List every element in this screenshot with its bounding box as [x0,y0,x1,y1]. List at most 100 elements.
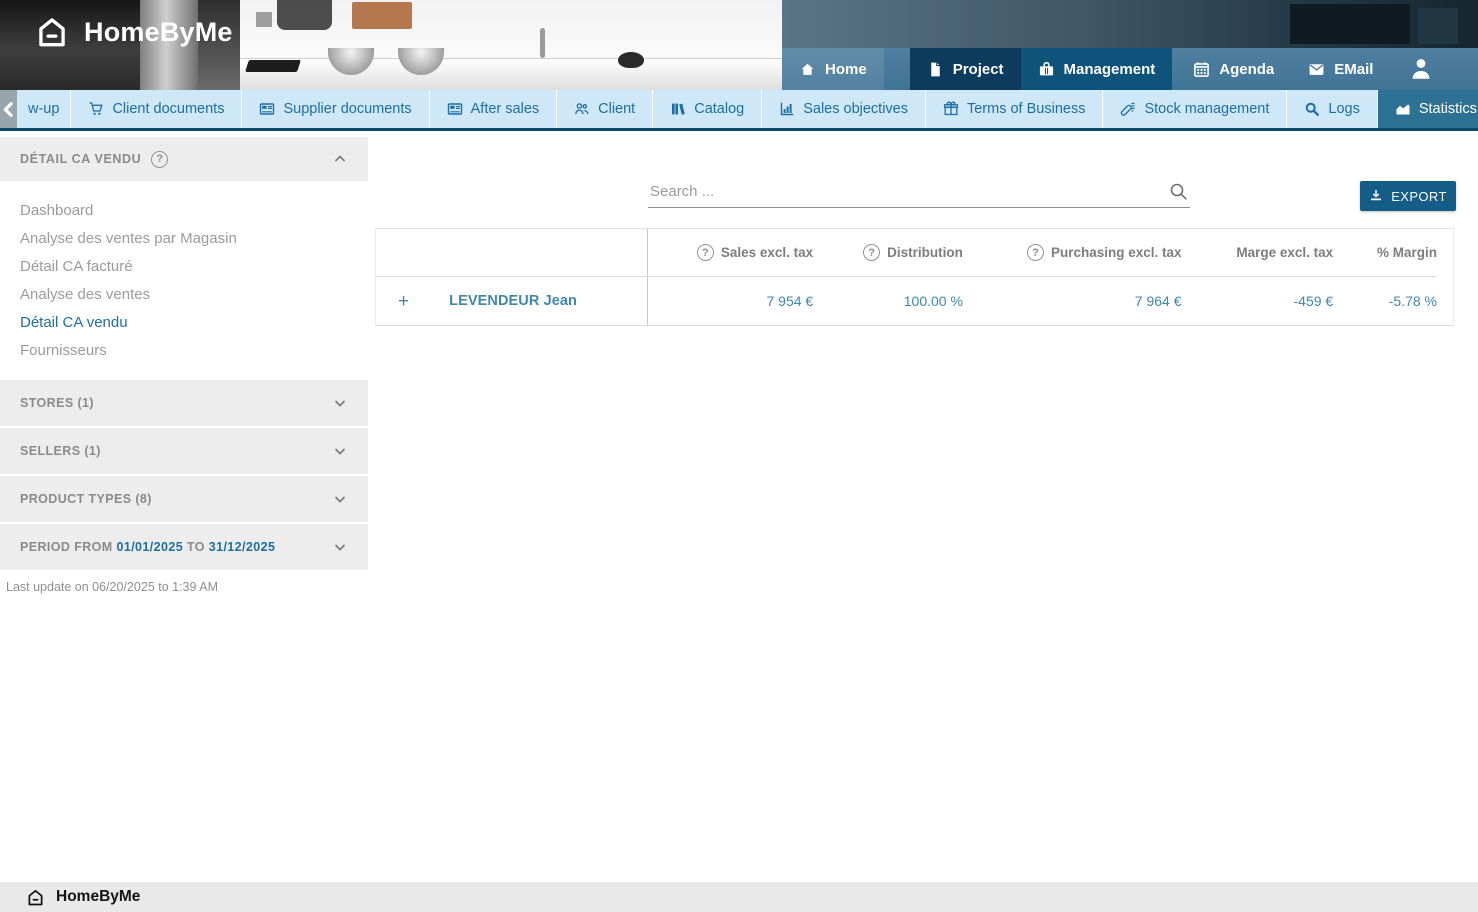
column-label: Distribution [887,245,963,260]
home-icon [799,61,816,78]
download-icon [1369,189,1383,203]
gift-icon [943,101,959,117]
top-nav-label: Agenda [1219,61,1274,78]
header: HomeByMe Home Project Management Agenda … [0,0,1478,90]
filter-sellers[interactable]: SELLERS (1) [0,428,368,474]
user-menu-button[interactable] [1392,48,1450,90]
chevron-down-icon [332,443,348,459]
marge-value: -459 € [1182,277,1334,325]
chevron-left-icon [0,101,17,118]
sidebar-panel-title: DÉTAIL CA VENDU [20,152,141,166]
area-chart-icon [1395,101,1411,117]
top-nav-management[interactable]: Management [1021,48,1173,90]
purchasing-value: 7 964 € [963,277,1182,325]
sidebar-menu: Dashboard Analyse des ventes par Magasin… [0,181,368,374]
column-label: Marge excl. tax [1236,245,1333,260]
books-icon [670,101,686,117]
tab-label: Statistics [1419,101,1477,117]
calendar-icon [1193,61,1210,78]
tab-follow-up[interactable]: w-up [17,90,70,128]
distribution-value: 100.00 % [813,277,963,325]
sidebar-item-dashboard[interactable]: Dashboard [0,196,368,224]
filter-label: PERIOD FROM 01/01/2025 TO 31/12/2025 [20,540,275,554]
period-prefix: PERIOD FROM [20,540,113,554]
filter-label: STORES (1) [20,396,94,410]
tab-label: Catalog [694,101,744,117]
tab-logs[interactable]: Logs [1286,90,1376,128]
top-navigation: Home Project Management Agenda EMail [782,48,1478,90]
margin-pct-value: -5.78 % [1333,277,1437,325]
tab-label: w-up [28,101,59,117]
top-nav-agenda[interactable]: Agenda [1176,48,1291,90]
top-nav-project[interactable]: Project [910,48,1021,90]
footer: HomeByMe [0,882,1478,912]
tab-sales-objectives[interactable]: Sales objectives [761,90,925,128]
tab-stock-management[interactable]: Stock management [1102,90,1286,128]
sidebar-filters: STORES (1) SELLERS (1) PRODUCT TYPES (8)… [0,380,368,570]
sidebar-item-detail-ca-facture[interactable]: Détail CA facturé [0,252,368,280]
filter-stores[interactable]: STORES (1) [0,380,368,426]
tab-catalog[interactable]: Catalog [652,90,761,128]
filter-product-types[interactable]: PRODUCT TYPES (8) [0,476,368,522]
sidebar-item-analyse-ventes-magasin[interactable]: Analyse des ventes par Magasin [0,224,368,252]
help-icon[interactable]: ? [863,244,880,261]
search-input[interactable] [648,176,1190,208]
sidebar: DÉTAIL CA VENDU ? Dashboard Analyse des … [0,131,368,594]
sidebar-item-fournisseurs[interactable]: Fournisseurs [0,336,368,364]
column-label: Sales excl. tax [721,245,813,260]
period-to-word: TO [187,540,205,554]
column-label: Purchasing excl. tax [1051,245,1182,260]
people-icon [574,101,590,117]
tab-client[interactable]: Client [556,90,652,128]
help-icon[interactable]: ? [1027,244,1044,261]
table-header-row: ? Sales excl. tax ? Distribution ? Purch… [376,229,1437,277]
card-icon [447,101,463,117]
chevron-down-icon [332,395,348,411]
column-header-sales: ? Sales excl. tax [648,229,814,276]
top-nav-home[interactable]: Home [782,48,884,90]
top-nav-label: Home [825,61,867,78]
export-label: EXPORT [1391,189,1447,204]
tab-label: After sales [471,101,540,117]
last-update-text: Last update on 06/20/2025 to 1:39 AM [0,580,368,594]
bar-chart-icon [779,101,795,117]
magnifier-icon [1304,101,1320,117]
top-nav-email[interactable]: EMail [1291,48,1390,90]
expand-row-button[interactable]: + [398,292,409,311]
filter-period[interactable]: PERIOD FROM 01/01/2025 TO 31/12/2025 [0,524,368,570]
cart-icon [88,101,104,117]
tab-client-documents[interactable]: Client documents [70,90,241,128]
tab-terms-of-business[interactable]: Terms of Business [925,90,1102,128]
brand-logo[interactable]: HomeByMe [33,13,233,51]
photo-counter [240,58,785,90]
user-icon [1408,56,1434,82]
tabs-scroll-left-button[interactable] [0,90,17,128]
sidebar-panel-header[interactable]: DÉTAIL CA VENDU ? [0,137,368,181]
search-bar [648,176,1190,208]
module-tabs: w-up Client documents Supplier documents… [0,90,1478,131]
seller-name[interactable]: LEVENDEUR Jean [449,293,577,309]
export-button[interactable]: EXPORT [1360,181,1456,211]
photo-shelf [1290,4,1410,44]
tab-label: Supplier documents [283,101,411,117]
tab-supplier-documents[interactable]: Supplier documents [241,90,428,128]
column-header-margin-pct: % Margin [1333,229,1437,276]
sidebar-item-detail-ca-vendu[interactable]: Détail CA vendu [0,308,368,336]
briefcase-icon [1038,61,1055,78]
sidebar-item-analyse-des-ventes[interactable]: Analyse des ventes [0,280,368,308]
table-row[interactable]: + LEVENDEUR Jean 7 954 € 100.00 % 7 964 … [376,277,1437,325]
scanner-icon [1120,101,1136,117]
search-icon[interactable] [1169,182,1188,201]
help-icon[interactable]: ? [697,244,714,261]
tab-statistics[interactable]: Statistics [1377,90,1478,128]
tab-after-sales[interactable]: After sales [429,90,557,128]
card-icon [259,101,275,117]
tab-label: Terms of Business [967,101,1085,117]
photo-teapot [618,52,644,68]
help-icon[interactable]: ? [151,151,168,168]
column-label: % Margin [1377,245,1437,260]
top-nav-label: EMail [1334,61,1373,78]
envelope-icon [1308,61,1325,78]
chevron-down-icon [332,539,348,555]
column-header-purchasing: ? Purchasing excl. tax [963,229,1182,276]
